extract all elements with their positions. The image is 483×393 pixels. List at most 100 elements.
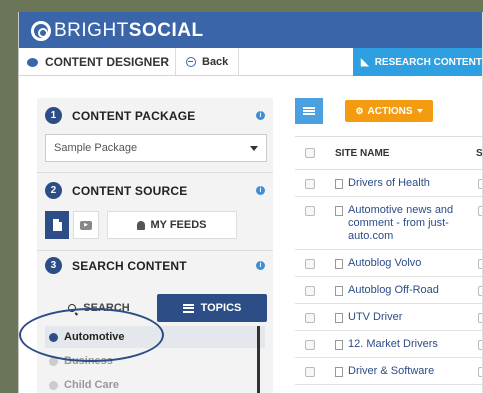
my-feeds-label: MY FEEDS <box>150 219 207 231</box>
site-name[interactable]: 12. Market Drivers <box>348 338 438 351</box>
check-icon <box>49 380 58 390</box>
document-icon <box>52 219 62 231</box>
topic-label: Child Care <box>64 379 120 391</box>
table-row[interactable]: UTV Driver <box>295 304 483 331</box>
site-name-cell: Drivers of Health <box>325 170 478 196</box>
table-row[interactable]: 12. Market Drivers <box>295 331 483 358</box>
info-icon[interactable]: i <box>256 111 265 120</box>
my-feeds-button[interactable]: MY FEEDS <box>107 211 237 239</box>
topics-scrollbar[interactable] <box>257 326 260 393</box>
gear-icon: ⚙ <box>355 105 364 116</box>
section-content-package: 1 CONTENT PACKAGE <box>45 107 195 124</box>
actions-dropdown[interactable]: ⚙ ACTIONS <box>345 100 433 122</box>
page-icon <box>335 286 343 296</box>
row-checkbox-cell <box>295 286 325 296</box>
brand-name-light: BRIGHT <box>54 20 129 41</box>
site-name[interactable]: Driver & Software <box>348 365 434 378</box>
content-package-select[interactable]: Sample Package <box>45 134 267 162</box>
row-checkbox[interactable] <box>305 313 315 323</box>
row-checkbox[interactable] <box>305 179 315 189</box>
table-row[interactable]: Autoblog Off-Road <box>295 277 483 304</box>
site-name[interactable]: Drivers of Health <box>348 177 430 190</box>
site-name[interactable]: Autoblog Off-Road <box>348 284 439 297</box>
back-button[interactable]: Back <box>175 48 240 75</box>
select-all-cell <box>295 148 325 158</box>
section-search-content: 3 SEARCH CONTENT <box>45 257 187 274</box>
content-designer-title: CONTENT DESIGNER <box>27 55 169 69</box>
info-icon[interactable]: i <box>256 261 265 270</box>
highlight-oval <box>19 308 164 362</box>
site-name-cell: UTV Driver <box>325 304 478 330</box>
research-content-tab[interactable]: ◣ RESEARCH CONTENT <box>353 48 483 76</box>
brand-logo[interactable]: BRIGHT SOCIAL <box>31 20 204 42</box>
site-name-cell: Driver & Software <box>325 358 478 384</box>
table-row[interactable]: Automotive news and comment - from just-… <box>295 197 483 250</box>
divider <box>37 250 273 251</box>
site-name-cell: Autoblog Off-Road <box>325 277 478 303</box>
row-checkbox-cell <box>295 340 325 350</box>
step-number-3: 3 <box>45 257 62 274</box>
site-table: SITE NAME S Drivers of Health Automotive… <box>295 136 483 385</box>
table-row[interactable]: Drivers of Health <box>295 170 483 197</box>
tab-topics-label: TOPICS <box>200 302 242 314</box>
section-content-source: 2 CONTENT SOURCE <box>45 182 187 199</box>
row-checkbox[interactable] <box>305 340 315 350</box>
info-icon[interactable]: i <box>256 186 265 195</box>
rss-icon: ◣ <box>361 56 369 68</box>
site-name-cell: Automotive news and comment - from just-… <box>325 197 478 249</box>
row-checkbox-cell <box>295 206 325 216</box>
row-checkbox[interactable] <box>305 259 315 269</box>
section-title-content-source: CONTENT SOURCE <box>72 183 188 198</box>
list-icon <box>182 303 194 313</box>
site-name[interactable]: UTV Driver <box>348 311 402 324</box>
content-package-value: Sample Package <box>54 142 138 154</box>
back-icon <box>186 56 196 67</box>
actions-label: ACTIONS <box>367 105 413 117</box>
chat-icon <box>27 57 38 67</box>
row-checkbox[interactable] <box>305 206 315 216</box>
topic-item[interactable]: Child Care <box>45 374 265 393</box>
site-name-cell: 12. Market Drivers <box>325 331 478 357</box>
back-label: Back <box>202 55 229 68</box>
row-checkbox[interactable] <box>305 367 315 377</box>
research-content-label: RESEARCH CONTENT <box>374 56 482 68</box>
document-source-button[interactable] <box>45 211 69 239</box>
table-row[interactable]: Driver & Software <box>295 358 483 385</box>
divider <box>37 172 273 173</box>
panel-toggle-button[interactable] <box>295 98 323 124</box>
select-all-checkbox[interactable] <box>305 148 315 158</box>
page-icon <box>335 179 343 189</box>
table-row[interactable]: Autoblog Volvo <box>295 250 483 277</box>
row-checkbox[interactable] <box>305 286 315 296</box>
chevron-down-icon <box>250 146 258 151</box>
top-bar: BRIGHT SOCIAL <box>19 12 483 48</box>
row-checkbox-cell <box>295 259 325 269</box>
row-checkbox-cell <box>295 313 325 323</box>
step-number-1: 1 <box>45 107 62 124</box>
page-icon <box>335 259 343 269</box>
section-title-content-package: CONTENT PACKAGE <box>72 108 196 123</box>
right-panel: ⚙ ACTIONS SITE NAME S Drivers of Health … <box>277 98 483 393</box>
chevron-down-icon <box>416 109 423 113</box>
youtube-source-button[interactable]: ▶ <box>73 211 99 239</box>
column-header-site-name[interactable]: SITE NAME <box>325 148 476 159</box>
user-icon <box>137 220 146 230</box>
page-icon <box>335 340 343 350</box>
page-icon <box>335 313 343 323</box>
row-checkbox-cell <box>295 179 325 189</box>
brightsocial-logo-icon <box>31 21 51 41</box>
list-icon <box>303 107 315 115</box>
page-icon <box>335 206 343 216</box>
app-window: BRIGHT SOCIAL CONTENT DESIGNER Back ◣ RE… <box>18 12 483 393</box>
content-designer-label: CONTENT DESIGNER <box>45 55 170 69</box>
youtube-icon: ▶ <box>80 220 92 230</box>
site-name[interactable]: Automotive news and comment - from just-… <box>348 204 474 243</box>
tab-topics[interactable]: TOPICS <box>157 294 267 322</box>
page-icon <box>335 367 343 377</box>
site-name[interactable]: Autoblog Volvo <box>348 257 421 270</box>
sub-bar: CONTENT DESIGNER Back ◣ RESEARCH CONTENT <box>19 48 483 76</box>
site-name-cell: Autoblog Volvo <box>325 250 478 276</box>
row-checkbox-cell <box>295 367 325 377</box>
table-header: SITE NAME S <box>295 136 483 170</box>
step-number-2: 2 <box>45 182 62 199</box>
